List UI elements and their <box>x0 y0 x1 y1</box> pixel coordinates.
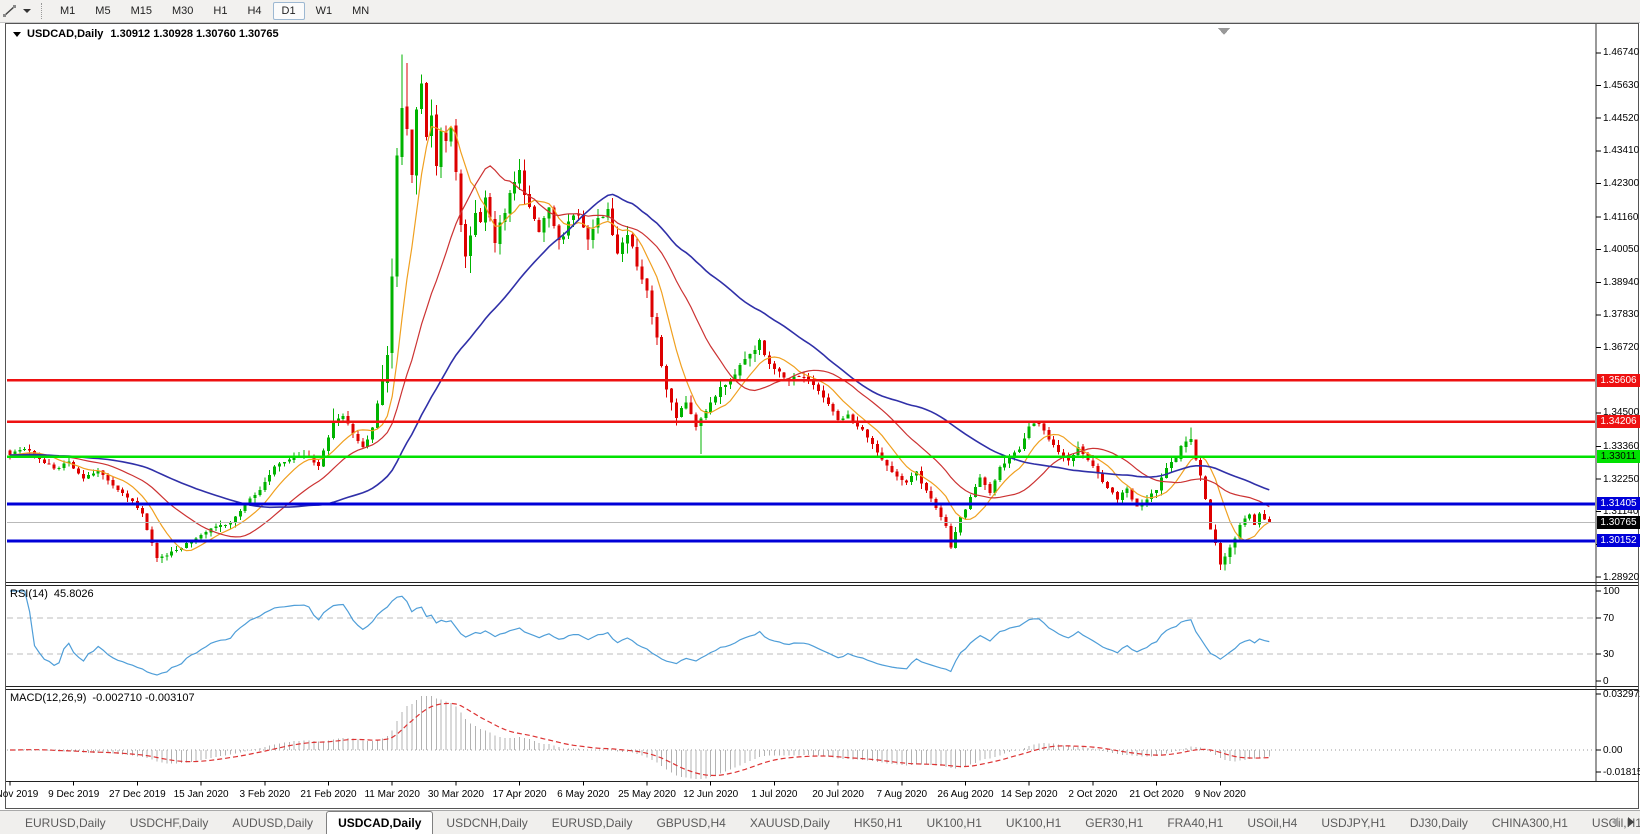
date-label: 17 Apr 2020 <box>492 789 547 800</box>
rsi-name: RSI(14) <box>10 588 48 600</box>
macd-axis-label: 0.032972 <box>1603 688 1640 700</box>
date-label: 6 May 2020 <box>557 789 610 800</box>
tab-eurusd-daily[interactable]: EURUSD,Daily <box>541 811 644 834</box>
chart-title: USDCAD,Daily 1.30912 1.30928 1.30760 1.30… <box>13 28 279 40</box>
price-tick-label: 1.38940 <box>1603 276 1640 288</box>
macd-values: -0.002710 -0.003107 <box>92 692 195 704</box>
tab-china300-h1[interactable]: CHINA300,H1 <box>1481 811 1579 834</box>
price-tag: 1.34206 <box>1597 415 1640 429</box>
date-label: 20 Nov 2019 <box>0 789 39 800</box>
price-tag: 1.30765 <box>1597 516 1640 530</box>
price-tag: 1.30152 <box>1597 534 1640 548</box>
date-label: 26 Aug 2020 <box>937 789 994 800</box>
rsi-value: 45.8026 <box>53 588 94 600</box>
date-label: 27 Dec 2019 <box>109 789 166 800</box>
price-tick-label: 1.45630 <box>1603 80 1640 92</box>
timeframe-button-m1[interactable]: M1 <box>51 2 84 20</box>
price-tag: 1.35606 <box>1597 373 1640 387</box>
date-label: 12 Jun 2020 <box>683 789 739 800</box>
rsi-label: RSI(14) 45.8026 <box>10 588 94 600</box>
timeframe-button-h4[interactable]: H4 <box>238 2 270 20</box>
tab-scroll-arrows <box>1612 817 1634 827</box>
tab-usoil-h4[interactable]: USOil,H4 <box>1236 811 1308 834</box>
date-label: 25 May 2020 <box>618 789 676 800</box>
draw-tool-group <box>0 3 31 19</box>
date-label: 1 Jul 2020 <box>751 789 798 800</box>
tab-hk50-h1[interactable]: HK50,H1 <box>843 811 914 834</box>
macd-axis-label: 0.00 <box>1603 744 1623 756</box>
price-tag: 1.31405 <box>1597 497 1640 511</box>
timeframe-button-w1[interactable]: W1 <box>307 2 342 20</box>
tab-scroll-right-icon[interactable] <box>1628 817 1634 827</box>
date-label: 14 Sep 2020 <box>1000 789 1058 800</box>
chart-shift-marker-icon <box>1218 28 1230 35</box>
date-label: 21 Feb 2020 <box>300 789 357 800</box>
tab-usdchf-daily[interactable]: USDCHF,Daily <box>119 811 220 834</box>
chart-dropdown-icon[interactable] <box>13 32 21 37</box>
macd-axis-label: -0.018154 <box>1603 766 1640 778</box>
price-tag: 1.33011 <box>1597 450 1640 464</box>
rsi-axis-label: 100 <box>1603 585 1620 597</box>
top-toolbar: M1 M5 M15 M30 H1 H4 D1 W1 MN <box>0 0 1640 23</box>
instrument-tabbar: EURUSD,Daily USDCHF,Daily AUDUSD,Daily USDC… <box>0 810 1640 834</box>
draw-tool-icon[interactable] <box>2 3 18 19</box>
price-tick-label: 1.37830 <box>1603 309 1640 321</box>
price-tick-label: 1.32250 <box>1603 473 1640 485</box>
date-label: 7 Aug 2020 <box>876 789 928 800</box>
chart-canvas[interactable] <box>0 0 1640 834</box>
tab-dj30-daily[interactable]: DJ30,Daily <box>1399 811 1479 834</box>
price-tick-label: 1.28920 <box>1603 571 1640 583</box>
rsi-axis-label: 0 <box>1603 675 1609 687</box>
price-tick-label: 1.41160 <box>1603 211 1639 223</box>
price-tick-label: 1.43410 <box>1603 145 1640 157</box>
tab-fra40-h1[interactable]: FRA40,H1 <box>1156 811 1234 834</box>
rsi-axis-label: 30 <box>1603 648 1615 660</box>
date-label: 11 Mar 2020 <box>364 789 420 800</box>
tab-gbpusd-h4[interactable]: GBPUSD,H4 <box>645 811 736 834</box>
tab-ger30-h1[interactable]: GER30,H1 <box>1074 811 1154 834</box>
tab-xauusd-daily[interactable]: XAUUSD,Daily <box>739 811 841 834</box>
macd-name: MACD(12,26,9) <box>10 692 87 704</box>
price-tick-label: 1.42300 <box>1603 177 1640 189</box>
timeframe-toolbar: M1 M5 M15 M30 H1 H4 D1 W1 MN <box>50 2 379 20</box>
chart-ohlc-values: 1.30912 1.30928 1.30760 1.30765 <box>110 28 279 40</box>
chart-symbol: USDCAD,Daily <box>27 28 104 40</box>
date-label: 21 Oct 2020 <box>1129 789 1184 800</box>
tab-scroll-left-icon[interactable] <box>1612 817 1618 827</box>
chart-window: USDCAD,Daily 1.30912 1.30928 1.30760 1.30… <box>0 0 1640 834</box>
price-tick-label: 1.40050 <box>1603 244 1640 256</box>
tab-uk100-h1[interactable]: UK100,H1 <box>995 811 1072 834</box>
toolbar-grip[interactable] <box>41 3 42 19</box>
date-label: 9 Nov 2020 <box>1194 789 1246 800</box>
tab-usdjpy-h1[interactable]: USDJPY,H1 <box>1310 811 1396 834</box>
timeframe-button-m15[interactable]: M15 <box>122 2 161 20</box>
timeframe-button-mn[interactable]: MN <box>343 2 378 20</box>
tab-usdcad-daily[interactable]: USDCAD,Daily <box>326 811 434 834</box>
price-tick-label: 1.44520 <box>1603 112 1640 124</box>
timeframe-button-d1[interactable]: D1 <box>272 2 305 20</box>
date-label: 2 Oct 2020 <box>1068 789 1118 800</box>
macd-label: MACD(12,26,9) -0.002710 -0.003107 <box>10 692 195 704</box>
date-label: 20 Jul 2020 <box>812 789 864 800</box>
date-label: 15 Jan 2020 <box>173 789 229 800</box>
price-tick-label: 1.46740 <box>1603 47 1640 59</box>
price-tick-label: 1.36720 <box>1603 342 1640 354</box>
tab-uk100-h1[interactable]: UK100,H1 <box>916 811 993 834</box>
tab-usdcnh-daily[interactable]: USDCNH,Daily <box>435 811 538 834</box>
timeframe-button-m5[interactable]: M5 <box>86 2 119 20</box>
dropdown-arrow-icon[interactable] <box>23 9 31 13</box>
timeframe-button-m30[interactable]: M30 <box>163 2 202 20</box>
date-label: 30 Mar 2020 <box>427 789 484 800</box>
tab-audusd-daily[interactable]: AUDUSD,Daily <box>221 811 324 834</box>
timeframe-button-h1[interactable]: H1 <box>204 2 236 20</box>
tab-eurusd-daily[interactable]: EURUSD,Daily <box>14 811 117 834</box>
rsi-axis-label: 70 <box>1603 612 1615 624</box>
date-label: 9 Dec 2019 <box>48 789 100 800</box>
date-label: 3 Feb 2020 <box>239 789 291 800</box>
